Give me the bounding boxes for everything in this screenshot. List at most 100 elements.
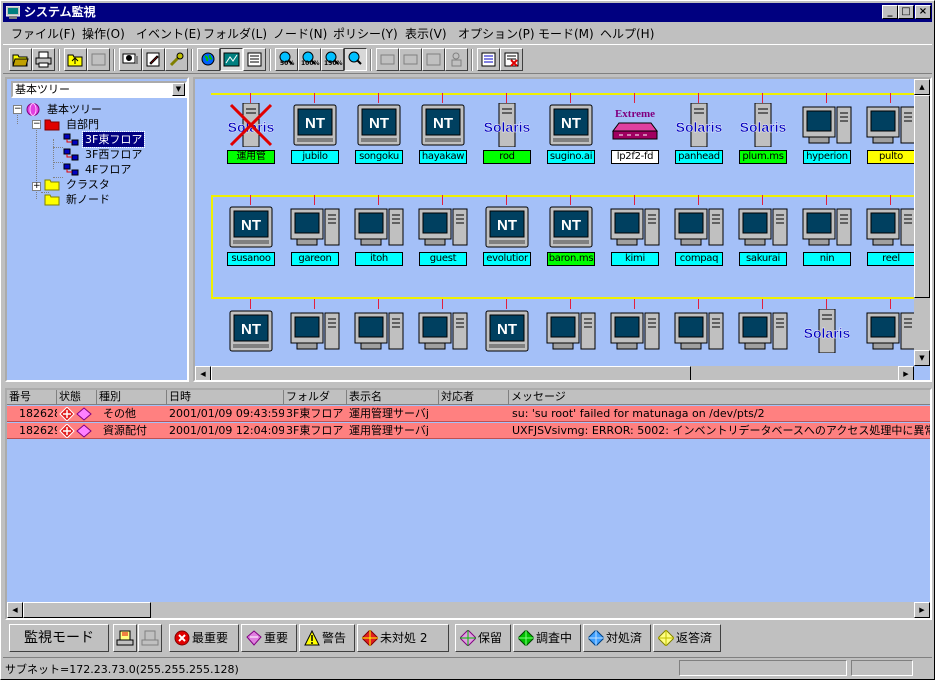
open-button[interactable] [9,48,32,71]
col-status[interactable]: 状態 [57,390,97,405]
dropdown-arrow-icon[interactable]: ▼ [172,83,185,96]
map-node[interactable]: itoh [353,195,405,271]
menu-options[interactable]: オプション(P) [458,25,535,42]
filter-investigating-button[interactable]: 調査中 [513,624,581,652]
map-view-button[interactable] [220,48,243,71]
map-node[interactable]: Solaris rod [481,93,533,169]
disabled-button-1[interactable] [87,48,110,71]
filter-warning-button[interactable]: 警告 [299,624,355,652]
map-node[interactable]: Solaris plum.ms [737,93,789,169]
map-node[interactable]: NT baron.ms [545,195,597,271]
delete-events-button[interactable] [500,48,523,71]
maximize-button[interactable]: □ [898,5,914,19]
map-node[interactable]: pulto [865,93,914,169]
minimize-button[interactable]: _ [882,5,898,19]
col-folder[interactable]: フォルダ [284,390,347,405]
list-horizontal-scrollbar[interactable]: ◀ ▶ [7,602,930,618]
zoom-150-button[interactable]: 150% [321,48,344,71]
menu-file[interactable]: ファイル(F) [11,25,75,42]
edit-button[interactable] [142,48,165,71]
close-button[interactable]: × [915,5,931,19]
map-node[interactable]: Solaris [801,299,853,366]
event-row[interactable]: 182629 資源配付 2001/01/09 12:04:09 3F東フロア 運… [7,423,930,439]
map-node[interactable] [609,299,661,366]
zoom-fit-button[interactable] [344,48,367,71]
scroll-thumb[interactable] [23,602,151,618]
disabled-button-2[interactable] [376,48,399,71]
map-node[interactable] [673,299,725,366]
map-node[interactable]: NT evolutior [481,195,533,271]
map-node[interactable]: NT hayakaw [417,93,469,169]
scroll-thumb[interactable] [211,366,691,380]
filter-major-button[interactable]: 重要 [241,624,297,652]
map-node[interactable]: Solaris panhead [673,93,725,169]
menu-operation[interactable]: 操作(O) [82,25,125,42]
zoom-100-button[interactable]: 100% [298,48,321,71]
map-node[interactable]: NT susanoo [225,195,277,271]
zoom-50-button[interactable]: 50% [275,48,298,71]
map-node[interactable]: NT [225,299,277,366]
print-button[interactable] [32,48,55,71]
map-node[interactable] [737,299,789,366]
map-node[interactable]: NT songoku [353,93,405,169]
map-node[interactable] [545,299,597,366]
disabled-button-4[interactable] [422,48,445,71]
col-datetime[interactable]: 日時 [167,390,284,405]
node-properties-button[interactable] [119,48,142,71]
title-bar[interactable]: システム監視 _ □ × [3,3,932,22]
disabled-button-3[interactable] [399,48,422,71]
scroll-down-arrow-icon[interactable]: ▼ [914,350,930,366]
map-node[interactable]: compaq [673,195,725,271]
filter-replied-button[interactable]: 返答済 [653,624,721,652]
scroll-thumb[interactable] [914,95,930,298]
menu-policy[interactable]: ポリシー(Y) [333,25,398,42]
scroll-left-arrow-icon[interactable]: ◀ [195,366,211,380]
menu-folder[interactable]: フォルダ(L) [203,25,267,42]
map-horizontal-scrollbar[interactable]: ◀ ▶ [195,366,914,380]
map-node[interactable]: sakurai [737,195,789,271]
map-node[interactable]: gareon [289,195,341,271]
map-node[interactable]: kimi [609,195,661,271]
menu-node[interactable]: ノード(N) [273,25,327,42]
event-row[interactable]: 182628 その他 2001/01/09 09:43:59 3F東フロア 運用… [7,406,930,422]
col-number[interactable]: 番号 [7,390,57,405]
map-node[interactable] [353,299,405,366]
menu-view[interactable]: 表示(V) [405,25,447,42]
list-view-button[interactable] [243,48,266,71]
map-node[interactable]: guest [417,195,469,271]
menu-mode[interactable]: モード(M) [538,25,594,42]
globe-view-button[interactable] [197,48,220,71]
map-node[interactable]: Solaris運用管 [225,93,277,169]
filter-critical-button[interactable]: 最重要 [169,624,239,652]
map-node[interactable] [417,299,469,366]
map-node[interactable]: hyperion [801,93,853,169]
menu-help[interactable]: ヘルプ(H) [600,25,654,42]
col-message[interactable]: メッセージ [509,390,930,405]
disabled-button-5[interactable] [445,48,468,71]
map-node[interactable] [289,299,341,366]
map-node[interactable]: NT jubilo [289,93,341,169]
map-node[interactable]: NT [481,299,533,366]
scroll-left-arrow-icon[interactable]: ◀ [7,602,23,618]
col-category[interactable]: 種別 [97,390,167,405]
collapse-dept-toggle[interactable]: − [32,120,41,129]
col-display-name[interactable]: 表示名 [347,390,439,405]
monitor-mode-button[interactable]: 監視モード [9,624,109,652]
operator-mode-2-button[interactable] [138,624,162,652]
map-node[interactable] [865,299,914,366]
map-node[interactable]: NT sugino.ai [545,93,597,169]
map-node[interactable]: Extreme lp2f2-fd [609,93,661,169]
col-handler[interactable]: 対応者 [439,390,509,405]
filter-handled-button[interactable]: 対処済 [583,624,651,652]
collapse-root-toggle[interactable]: − [13,105,22,114]
menu-event[interactable]: イベント(E) [136,25,201,42]
scroll-up-arrow-icon[interactable]: ▲ [914,79,930,95]
expand-cluster-toggle[interactable]: + [32,182,41,191]
scroll-right-arrow-icon[interactable]: ▶ [898,366,914,380]
map-node[interactable]: reel [865,195,914,271]
tool-button[interactable] [165,48,188,71]
filter-unhandled-button[interactable]: 未対処 2 [357,624,449,652]
filter-hold-button[interactable]: 保留 [455,624,511,652]
map-vertical-scrollbar[interactable]: ▲ ▼ [914,79,930,366]
up-folder-button[interactable] [64,48,87,71]
